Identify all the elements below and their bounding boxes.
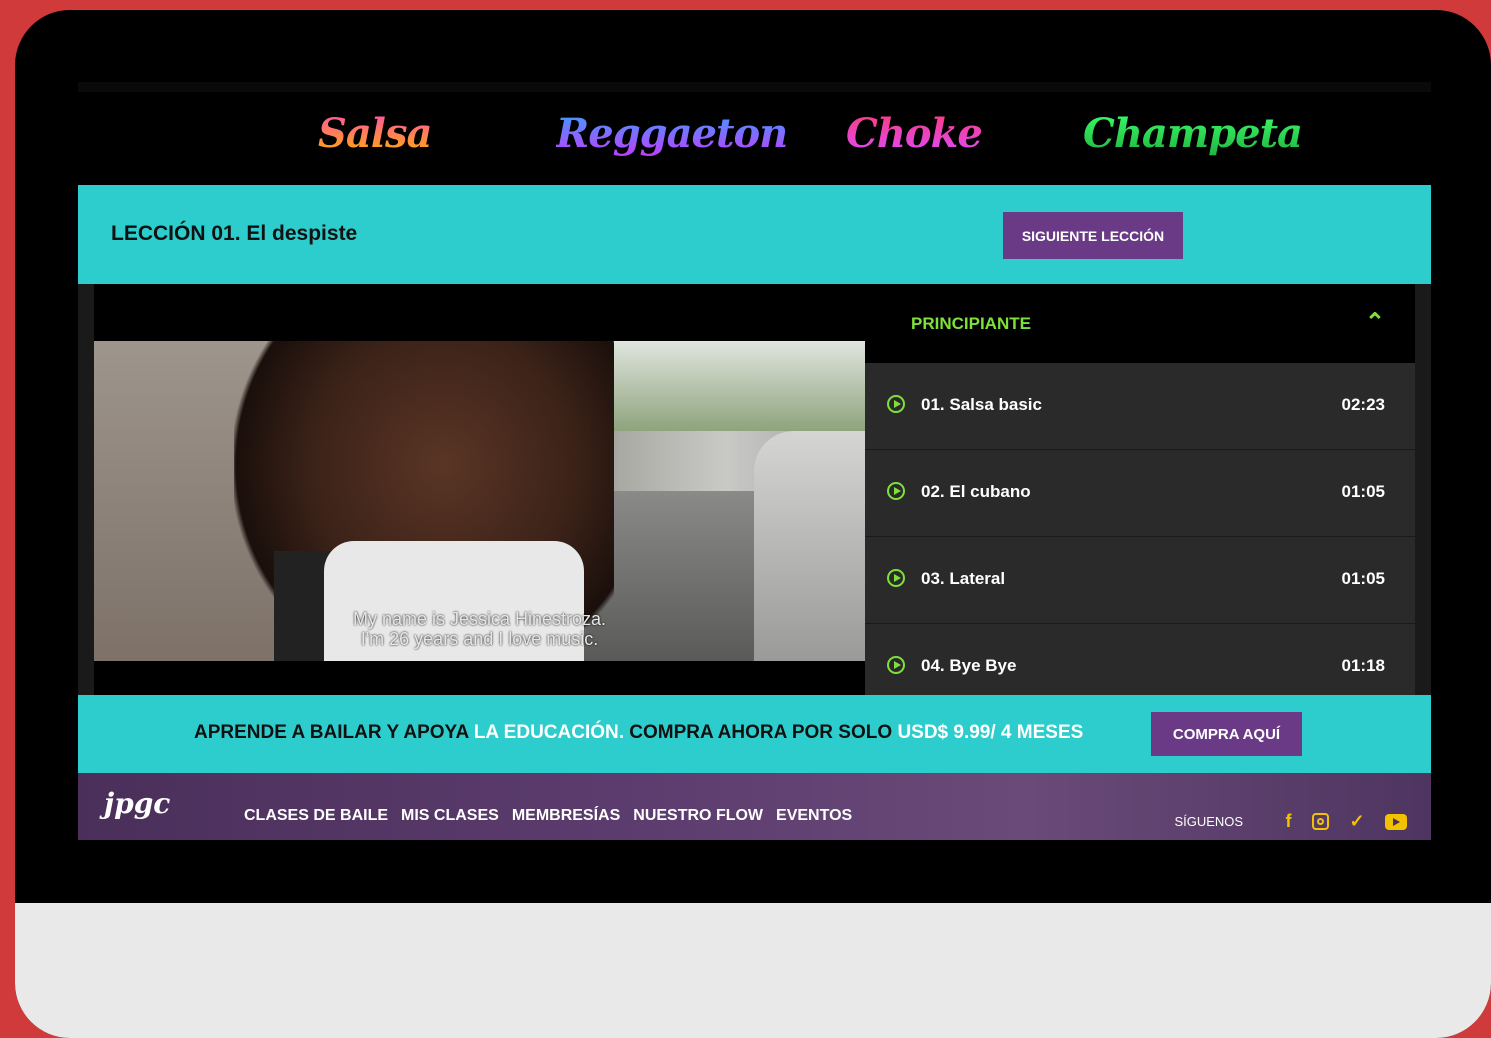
promo-price: USD$ 9.99/ 4 MESES (897, 722, 1084, 743)
top-strip (78, 82, 1431, 92)
playlist-item[interactable]: 03. Lateral 01:05 (865, 537, 1415, 624)
genre-choke-link[interactable]: Choke (846, 110, 983, 157)
next-lesson-button[interactable]: SIGUIENTE LECCIÓN (1003, 212, 1183, 259)
promo-text-highlight1: LA EDUCACIÓN. (473, 722, 625, 743)
facebook-icon[interactable]: f (1286, 811, 1292, 832)
promo-text-part1: APRENDE A BAILAR Y APOYA (194, 722, 474, 743)
footer-link-eventos[interactable]: EVENTOS (776, 807, 852, 824)
buy-button[interactable]: COMPRA AQUÍ (1151, 712, 1302, 756)
app-screen: Salsa Reggaeton Choke Champeta LECCIÓN 0… (78, 82, 1431, 840)
footer-link-membresias[interactable]: MEMBRESÍAS (512, 807, 620, 824)
footer-nav: CLASES DE BAILE MIS CLASES MEMBRESÍAS NUEST… (244, 807, 865, 825)
subtitle-line-2: I'm 26 years and I love music. (360, 629, 599, 649)
play-circle-icon (887, 395, 905, 413)
play-circle-icon (887, 656, 905, 674)
playlist-item-duration: 01:05 (1341, 482, 1385, 501)
playlist-item-name: 02. El cubano (921, 482, 1031, 501)
video-player[interactable]: My name is Jessica Hinestroza. I'm 26 ye… (94, 284, 865, 695)
playlist-item-duration: 01:18 (1341, 656, 1385, 675)
genre-champeta-link[interactable]: Champeta (1083, 110, 1303, 157)
genre-salsa-link[interactable]: Salsa (318, 110, 432, 157)
playlist-item-duration: 01:05 (1341, 569, 1385, 588)
social-links: SÍGUENOS f ✓ (1174, 811, 1407, 832)
genre-reggaeton-link[interactable]: Reggaeton (556, 110, 788, 157)
footer-link-mis-clases[interactable]: MIS CLASES (401, 807, 499, 824)
instagram-icon[interactable] (1312, 813, 1329, 830)
follow-label: SÍGUENOS (1174, 814, 1244, 829)
video-subtitles: My name is Jessica Hinestroza. I'm 26 ye… (94, 609, 865, 649)
play-circle-icon (887, 482, 905, 500)
video-frame[interactable]: My name is Jessica Hinestroza. I'm 26 ye… (94, 341, 865, 661)
playlist-item-name: 03. Lateral (921, 569, 1006, 588)
footer-link-nuestro-flow[interactable]: NUESTRO FLOW (633, 807, 763, 824)
lesson-content: My name is Jessica Hinestroza. I'm 26 ye… (78, 284, 1431, 695)
promo-text-part3: COMPRA AHORA POR SOLO (624, 722, 898, 743)
playlist-level-title: PRINCIPIANTE (911, 314, 1031, 333)
playlist-item[interactable]: 04. Bye Bye 01:18 (865, 624, 1415, 695)
playlist-item[interactable]: 01. Salsa basic 02:23 (865, 363, 1415, 450)
tablet-bezel-bottom (15, 903, 1491, 1038)
promo-banner: APRENDE A BAILAR Y APOYA LA EDUCACIÓN. C… (78, 695, 1431, 773)
playlist-item-duration: 02:23 (1341, 395, 1385, 414)
playlist-item[interactable]: 02. El cubano 01:05 (865, 450, 1415, 537)
tablet-frame: Salsa Reggaeton Choke Champeta LECCIÓN 0… (15, 10, 1491, 1038)
playlist-item-name: 04. Bye Bye (921, 656, 1017, 675)
play-circle-icon (887, 569, 905, 587)
site-footer: jpgc CLASES DE BAILE MIS CLASES MEMBRESÍAS… (78, 773, 1431, 840)
brand-logo[interactable]: jpgc (104, 787, 170, 820)
twitter-icon[interactable]: ✓ (1349, 811, 1364, 832)
lesson-playlist: PRINCIPIANTE ⌃ 01. Salsa basic 02:23 02.… (865, 284, 1415, 695)
genre-nav: Salsa Reggaeton Choke Champeta (78, 92, 1431, 185)
playlist-level-header[interactable]: PRINCIPIANTE ⌃ (865, 284, 1415, 363)
lesson-header: LECCIÓN 01. El despiste SIGUIENTE LECCIÓ… (78, 185, 1431, 284)
footer-link-clases[interactable]: CLASES DE BAILE (244, 807, 388, 824)
chevron-up-icon[interactable]: ⌃ (1365, 308, 1385, 337)
subtitle-line-1: My name is Jessica Hinestroza. (352, 609, 607, 629)
promo-text: APRENDE A BAILAR Y APOYA LA EDUCACIÓN. C… (194, 722, 1083, 744)
youtube-icon[interactable] (1385, 813, 1407, 830)
playlist-item-name: 01. Salsa basic (921, 395, 1042, 414)
lesson-title: LECCIÓN 01. El despiste (111, 222, 358, 245)
